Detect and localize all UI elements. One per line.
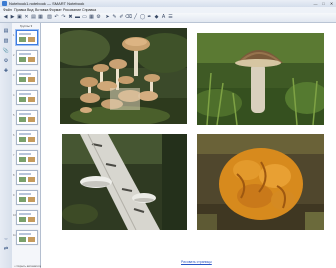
thumbnail-image <box>19 97 26 102</box>
delete-icon[interactable]: ✖ <box>67 14 74 21</box>
select-icon[interactable]: ➤ <box>104 14 111 21</box>
thumbnail-image <box>28 217 35 222</box>
shape-icon[interactable]: ◯ <box>139 14 146 21</box>
properties-icon[interactable]: ☰ <box>167 14 174 21</box>
text-icon[interactable]: A <box>160 14 167 21</box>
thumbnail-image <box>19 197 26 202</box>
page-thumbnail[interactable] <box>16 130 38 145</box>
delete-page-icon[interactable]: ✕ <box>23 14 30 21</box>
fill-icon[interactable]: ◆ <box>153 14 160 21</box>
window-title: Notebook1.notebook — SMART Notebook <box>9 1 85 6</box>
page-thumbnail[interactable] <box>16 210 38 225</box>
eraser-icon[interactable]: ⌫ <box>125 14 132 21</box>
thumbnail-image <box>28 237 35 242</box>
thumbnail-header <box>19 33 31 35</box>
mushroom-photo-4[interactable] <box>197 134 324 230</box>
page-sorter-title[interactable]: Группы ▾ <box>14 24 38 28</box>
thumbnail-header <box>19 113 31 115</box>
minimize-button[interactable]: — <box>312 1 319 6</box>
thumbnail-image <box>28 137 35 142</box>
save-icon[interactable]: ▦ <box>37 14 44 21</box>
attachments-icon[interactable]: 📎 <box>2 47 10 55</box>
thumbnail-image <box>19 117 26 122</box>
thumbnail-image <box>28 157 35 162</box>
thumbnail-image <box>28 57 35 62</box>
move-right-icon[interactable]: ⇄ <box>2 245 10 253</box>
paste-icon[interactable]: ▧ <box>46 14 53 21</box>
thumbnail-header <box>19 133 31 135</box>
thumbnail-header <box>19 213 31 215</box>
thumbnail-image <box>19 57 26 62</box>
line-icon[interactable]: ╱ <box>132 14 139 21</box>
close-button[interactable]: ✕ <box>328 1 335 6</box>
thumbnail-image <box>28 97 35 102</box>
thumbnail-header <box>19 73 31 75</box>
thumbnail-image <box>19 237 26 242</box>
mushroom-photo-3[interactable] <box>62 134 189 230</box>
page-thumbnail[interactable] <box>16 50 38 65</box>
gallery-icon[interactable]: ▧ <box>2 37 10 45</box>
page-thumbnail[interactable] <box>16 150 38 165</box>
thumbnail-header <box>19 173 31 175</box>
mushroom-photo-1[interactable] <box>60 28 187 124</box>
page-thumbnail[interactable] <box>16 230 38 245</box>
page-sorter-icon[interactable]: ▤ <box>2 27 10 35</box>
forward-icon[interactable]: ▶ <box>9 14 16 21</box>
undo-icon[interactable]: ↶ <box>53 14 60 21</box>
thumbnail-image <box>19 157 26 162</box>
page-thumbnail[interactable] <box>16 110 38 125</box>
thumbnail-image <box>19 177 26 182</box>
thumbnail-header <box>19 93 31 95</box>
thumbnail-header <box>19 193 31 195</box>
addons-icon[interactable]: ✚ <box>2 67 10 75</box>
page-thumbnail[interactable] <box>16 70 38 85</box>
page-thumbnail[interactable] <box>16 30 38 45</box>
thumbnail-image <box>19 77 26 82</box>
magic-pen-icon[interactable]: ✒ <box>146 14 153 21</box>
back-icon[interactable]: ◀ <box>2 14 9 21</box>
thumbnail-image <box>28 37 35 42</box>
creative-pen-icon[interactable]: ✐ <box>118 14 125 21</box>
app-icon <box>2 1 7 6</box>
properties-icon[interactable]: ⚙ <box>2 57 10 65</box>
thumbnail-image <box>28 117 35 122</box>
mushroom-photo-2[interactable] <box>197 33 324 129</box>
thumbnail-image <box>28 177 35 182</box>
page-thumbnail[interactable] <box>16 170 38 185</box>
thumbnail-image <box>19 217 26 222</box>
table-icon[interactable]: ▦ <box>88 14 95 21</box>
page-thumbnail[interactable] <box>16 90 38 105</box>
page-link[interactable]: Рисовать страницы <box>181 260 212 264</box>
screen-shade-icon[interactable]: ▬ <box>74 14 81 21</box>
thumbnail-image <box>28 77 35 82</box>
thumbnail-header <box>19 53 31 55</box>
page-thumbnail[interactable] <box>16 190 38 205</box>
thumbnail-header <box>19 153 31 155</box>
add-page-icon[interactable]: ▣ <box>16 14 23 21</box>
thumbnail-image <box>28 197 35 202</box>
redo-icon[interactable]: ↷ <box>60 14 67 21</box>
maximize-button[interactable]: □ <box>320 1 327 6</box>
move-left-icon[interactable]: ⇔ <box>2 235 10 243</box>
thumbnail-image <box>19 137 26 142</box>
properties-icon[interactable]: ⚙ <box>95 14 102 21</box>
pen-icon[interactable]: ✎ <box>111 14 118 21</box>
thumbnail-image <box>19 37 26 42</box>
display-icon[interactable]: ▭ <box>81 14 88 21</box>
open-icon[interactable]: ▤ <box>30 14 37 21</box>
thumbnail-header <box>19 233 31 235</box>
